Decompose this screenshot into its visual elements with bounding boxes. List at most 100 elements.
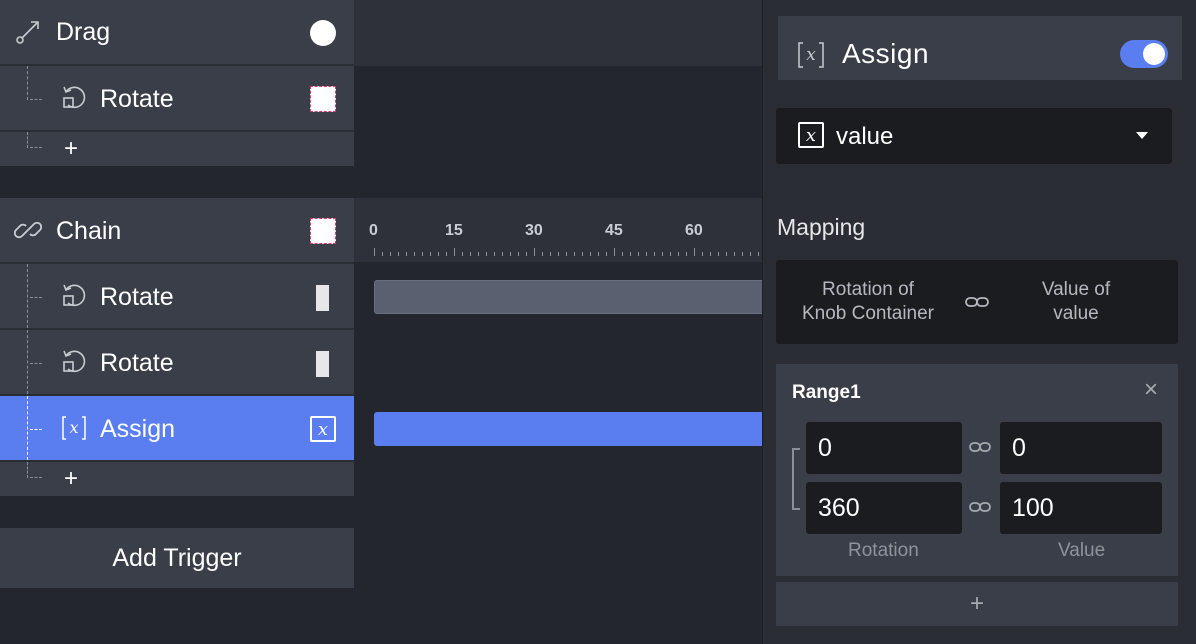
timeline-tick [382,252,383,256]
trigger-chain-assign-label: Assign [100,415,176,443]
chain-link-icon [14,216,42,244]
drag-icon [14,18,42,46]
timeline-tick [606,252,607,256]
range-title: Range1 [792,382,861,403]
timeline-tick [718,252,719,256]
rotate-icon [60,282,88,310]
rotate-icon [60,84,88,112]
link-icon[interactable] [968,498,992,521]
timeline-ruler[interactable]: 0 15 30 45 60 [354,198,762,262]
timeline-tick [446,252,447,256]
timeline-tick [702,252,703,256]
timeline-tick [726,252,727,256]
timeline-tick [734,252,735,256]
add-action-drag-row[interactable]: + [0,132,354,166]
timeline-tick-label: 0 [369,222,378,239]
timeline-tick [590,252,591,256]
timeline-tick [486,252,487,256]
timeline-tick [462,252,463,256]
timeline-tick [710,252,711,256]
timeline-tick [750,252,751,256]
timeline-tick [454,248,455,256]
mapping-source-line-1: Rotation of [822,279,914,300]
timeline-tick [662,252,663,256]
timeline-tick [502,252,503,256]
trigger-drag-row[interactable]: Drag [0,0,354,64]
add-action-chain-button[interactable]: + [64,467,78,491]
trigger-drag-indicator[interactable] [310,20,336,46]
trigger-chain-rotate-2-indicator[interactable] [316,351,329,377]
mapping-target: Value of value [1000,278,1152,326]
add-action-drag-button[interactable]: + [64,137,78,161]
toggle-knob [1143,43,1165,65]
rotate-icon [60,348,88,376]
trigger-chain-label: Chain [56,217,122,245]
close-icon[interactable]: × [1144,378,1158,402]
timeline-tick [574,252,575,256]
timeline-tick [478,252,479,256]
variable-x-icon: x [60,414,88,442]
trigger-chain-assign-indicator[interactable]: x [310,416,336,442]
timeline-tick [510,252,511,256]
trigger-chain-row[interactable]: Chain [0,198,354,262]
timeline-tick [406,252,407,256]
timeline-tick [558,252,559,256]
timeline-tick [614,248,615,256]
tree-line [27,396,28,460]
svg-text:x: x [69,418,78,437]
variable-x-icon: x [798,122,824,148]
trigger-chain-rotate-1-indicator[interactable] [316,285,329,311]
timeline-tick [438,252,439,256]
mapping-source-line-2: Knob Container [801,303,935,324]
rotation-max-input[interactable] [806,482,962,534]
mapping-target-line-2: value [1053,303,1099,324]
mapping-source: Rotation of Knob Container [790,278,946,326]
mapping-title: Mapping [777,214,866,240]
tree-line [30,99,42,100]
timeline-tick [566,252,567,256]
trigger-drag-rotate-row[interactable]: Rotate [0,66,354,130]
chevron-down-icon [1136,132,1148,139]
panel-title: Assign [842,38,930,69]
trigger-drag-label: Drag [56,18,111,46]
timeline-tick-label: 30 [525,222,543,239]
value-column-label: Value [1058,540,1106,561]
add-action-chain-row[interactable]: + [0,462,354,496]
timeline-tick [654,252,655,256]
trigger-chain-rotate-1-row[interactable]: Rotate [0,264,354,328]
add-range-button[interactable]: + [776,582,1178,626]
timeline-bar-assign[interactable] [374,412,764,446]
timeline-tick-label: 45 [605,222,623,239]
value-min-input[interactable] [1000,422,1162,474]
timeline-tick [582,252,583,256]
rotation-column-label: Rotation [848,540,919,561]
value-max-input[interactable] [1000,482,1162,534]
tree-line [30,297,42,298]
trigger-chain-assign-row[interactable]: x Assign x [0,396,354,460]
add-trigger-button[interactable]: Add Trigger [0,528,354,588]
timeline-tick [550,252,551,256]
range-bracket [792,448,800,510]
variable-select-value: value [836,123,894,150]
link-icon [964,292,990,317]
assign-enabled-toggle[interactable] [1120,40,1168,68]
link-icon[interactable] [968,438,992,461]
timeline-drag-track [354,0,762,66]
timeline-tick [430,252,431,256]
timeline-tick [694,248,695,256]
mapping-target-line-1: Value of [1041,279,1111,300]
tree-line [30,429,42,430]
timeline-tick [542,252,543,256]
trigger-chain-indicator[interactable] [310,218,336,244]
rotation-min-input[interactable] [806,422,962,474]
trigger-drag-rotate-indicator[interactable] [310,86,336,112]
timeline-bar-rotate-1[interactable] [374,280,764,314]
tree-line [27,66,28,100]
timeline-tick [630,252,631,256]
timeline-tick [494,252,495,256]
timeline-tick [638,252,639,256]
trigger-chain-rotate-2-row[interactable]: Rotate [0,330,354,394]
timeline-tick [470,252,471,256]
trigger-drag-rotate-label: Rotate [100,85,174,113]
timeline-tick [622,252,623,256]
